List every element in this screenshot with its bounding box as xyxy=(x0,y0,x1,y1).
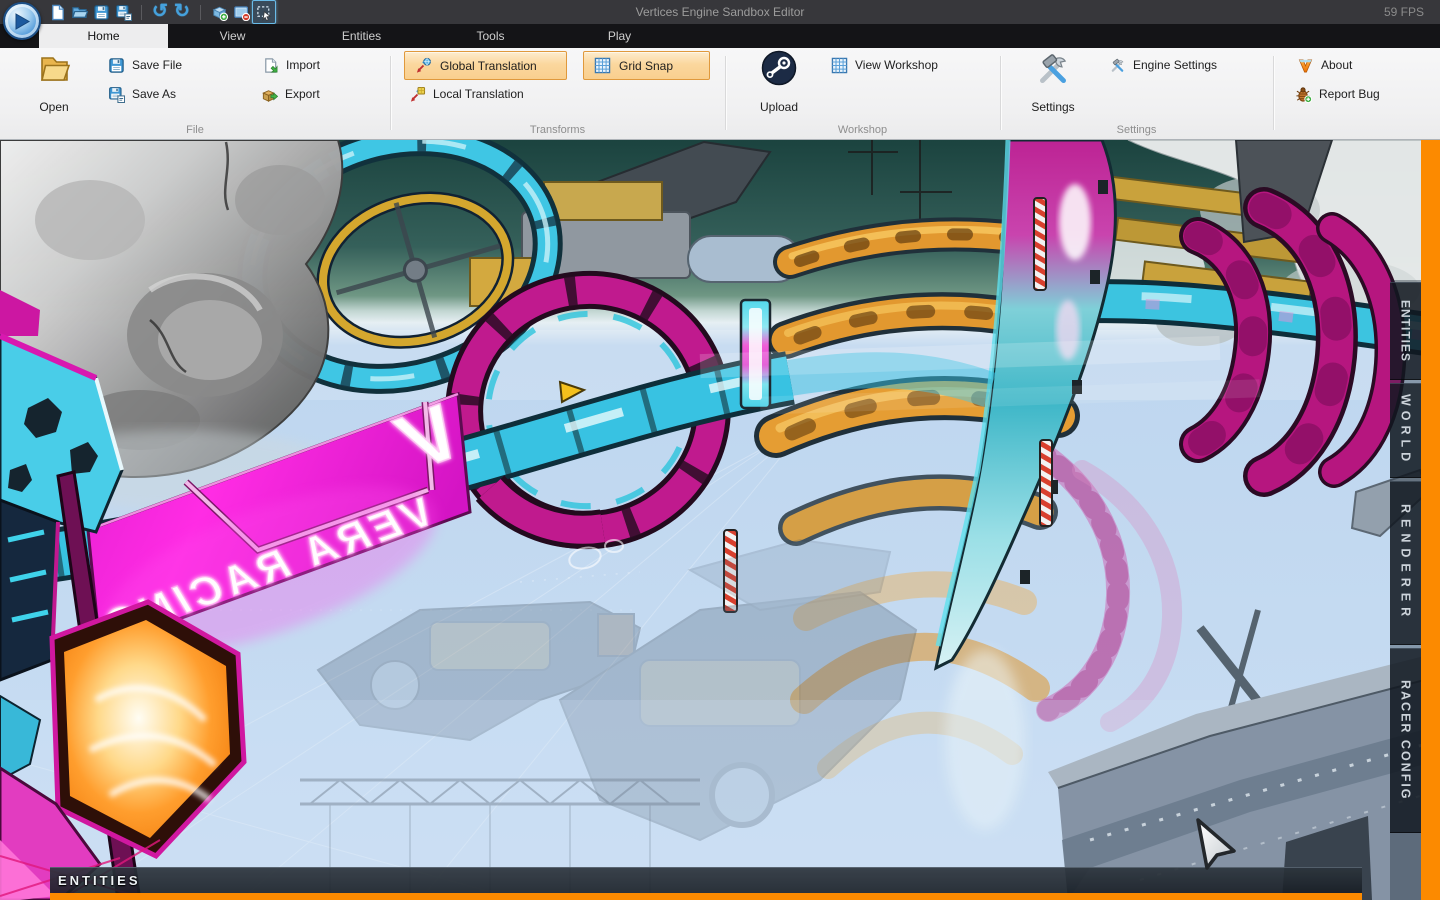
steam-icon xyxy=(761,50,797,86)
save-icon xyxy=(108,57,125,74)
engine-settings-icon xyxy=(1109,57,1126,74)
accent-border-right xyxy=(1421,140,1440,900)
upload-label: Upload xyxy=(760,100,798,114)
report-bug-button[interactable]: Report Bug xyxy=(1295,84,1380,104)
mouse-cursor xyxy=(1196,818,1238,872)
toolbar-divider xyxy=(200,5,201,20)
entities-panel-header[interactable]: ENTITIES xyxy=(50,867,1362,893)
side-tab-world[interactable]: WORLD xyxy=(1390,383,1421,478)
accent-border-bottom xyxy=(50,893,1362,900)
local-translation-label: Local Translation xyxy=(433,87,524,101)
import-button[interactable]: Import xyxy=(262,55,320,75)
save-as-button[interactable]: Save As xyxy=(108,84,176,104)
ribbon-tab-bar: Home View Entities Tools Play xyxy=(0,24,1440,48)
upload-button[interactable]: Upload xyxy=(752,50,806,114)
about-label: About xyxy=(1321,58,1352,72)
save-file-label: Save File xyxy=(132,58,182,72)
viewport-canvas[interactable]: VERA RACING V ENTITIES WORLD RE xyxy=(0,140,1440,900)
group-label-workshop: Workshop xyxy=(725,124,1000,136)
report-bug-label: Report Bug xyxy=(1319,87,1380,101)
side-tab-racer-config[interactable]: RACER CONFIG xyxy=(1390,648,1421,833)
export-button[interactable]: Export xyxy=(261,84,320,104)
engine-settings-label: Engine Settings xyxy=(1133,58,1217,72)
grid-snap-label: Grid Snap xyxy=(619,59,673,73)
import-icon xyxy=(262,57,279,74)
side-tab-rail: ENTITIES WORLD RENDERER RACER CONFIG xyxy=(1390,280,1421,900)
new-file-icon[interactable] xyxy=(46,1,68,23)
save-file-button[interactable]: Save File xyxy=(108,55,182,75)
engine-settings-button[interactable]: Engine Settings xyxy=(1109,55,1217,75)
toolbar-divider xyxy=(141,5,142,20)
export-icon xyxy=(261,86,278,103)
grid-snap-icon xyxy=(594,57,611,74)
side-tab-entities[interactable]: ENTITIES xyxy=(1390,282,1421,380)
ribbon: Open Save File Save As Import Export Fil… xyxy=(0,48,1440,140)
quick-toolbar: ↺ ↻ xyxy=(46,1,276,23)
settings-tools-icon xyxy=(1034,50,1072,88)
entities-panel-title: ENTITIES xyxy=(58,873,141,888)
global-translation-label: Global Translation xyxy=(440,59,537,73)
tab-entities[interactable]: Entities xyxy=(297,24,426,48)
redo-icon[interactable]: ↻ xyxy=(171,1,193,23)
play-icon xyxy=(15,13,30,30)
grid-snap-toggle[interactable]: Grid Snap xyxy=(583,51,710,80)
global-translation-toggle[interactable]: Global Translation xyxy=(404,51,567,80)
export-label: Export xyxy=(285,87,320,101)
open-file-icon[interactable] xyxy=(68,1,90,23)
save-file-icon[interactable] xyxy=(90,1,112,23)
import-label: Import xyxy=(286,58,320,72)
global-translation-icon xyxy=(415,57,432,74)
vertices-logo-icon xyxy=(1297,57,1314,74)
group-label-file: File xyxy=(0,124,390,136)
side-tab-renderer[interactable]: RENDERER xyxy=(1390,481,1421,645)
about-button[interactable]: About xyxy=(1297,55,1352,75)
striped-pole xyxy=(1040,440,1052,526)
tab-home[interactable]: Home xyxy=(39,24,168,48)
save-as-icon[interactable] xyxy=(112,1,134,23)
select-tool-icon[interactable] xyxy=(252,0,276,24)
group-divider xyxy=(390,56,391,130)
scene-render: VERA RACING V xyxy=(0,140,1440,900)
save-as-label: Save As xyxy=(132,87,176,101)
add-entity-icon[interactable] xyxy=(208,1,230,23)
view-workshop-label: View Workshop xyxy=(855,58,938,72)
fps-counter: 59 FPS xyxy=(1384,0,1424,24)
undo-icon[interactable]: ↺ xyxy=(149,1,171,23)
local-translation-icon xyxy=(409,86,426,103)
striped-pole xyxy=(1034,198,1046,290)
local-translation-button[interactable]: Local Translation xyxy=(409,84,524,104)
group-divider xyxy=(725,56,726,130)
group-divider xyxy=(1273,56,1274,130)
play-button[interactable] xyxy=(3,2,41,40)
group-label-transforms: Transforms xyxy=(390,124,725,136)
open-button[interactable]: Open xyxy=(24,52,84,114)
bug-icon xyxy=(1295,86,1312,103)
view-workshop-button[interactable]: View Workshop xyxy=(831,55,938,75)
settings-button[interactable]: Settings xyxy=(1026,50,1080,114)
remove-entity-icon[interactable] xyxy=(230,1,252,23)
group-label-settings: Settings xyxy=(1000,124,1273,136)
open-folder-icon xyxy=(37,52,71,86)
tab-tools[interactable]: Tools xyxy=(426,24,555,48)
tab-play[interactable]: Play xyxy=(555,24,684,48)
group-divider xyxy=(1000,56,1001,130)
workshop-grid-icon xyxy=(831,57,848,74)
open-label: Open xyxy=(39,100,68,114)
save-as-icon xyxy=(108,86,125,103)
tab-view[interactable]: View xyxy=(168,24,297,48)
settings-label: Settings xyxy=(1031,100,1074,114)
